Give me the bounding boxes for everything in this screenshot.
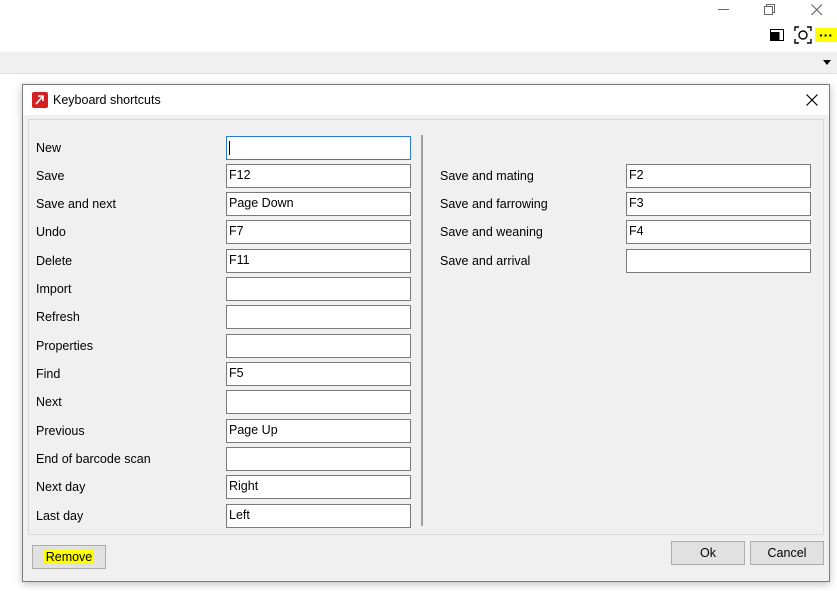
shortcut-label: Next: [36, 395, 62, 409]
shortcut-label: Refresh: [36, 310, 80, 324]
shortcut-input-refresh[interactable]: [226, 305, 411, 329]
shortcut-row-properties: Properties: [36, 334, 412, 358]
cancel-button[interactable]: Cancel: [750, 541, 824, 565]
shortcut-row-save-and-next: Save and next Page Down: [36, 192, 412, 216]
shortcut-label: Save and mating: [440, 169, 534, 183]
shortcut-label: Properties: [36, 339, 93, 353]
shortcut-row-save-and-arrival: Save and arrival: [440, 249, 816, 273]
shortcut-input-import[interactable]: [226, 277, 411, 301]
shortcut-input-save-and-weaning[interactable]: F4: [626, 220, 811, 244]
shortcut-input-save[interactable]: F12: [226, 164, 411, 188]
minimize-icon: [718, 9, 729, 10]
minimize-button[interactable]: [714, 2, 734, 18]
shortcut-input-properties[interactable]: [226, 334, 411, 358]
shortcut-input-save-and-arrival[interactable]: [626, 249, 811, 273]
shortcut-input-undo[interactable]: F7: [226, 220, 411, 244]
shortcut-row-end-of-barcode-scan: End of barcode scan: [36, 447, 412, 471]
shortcut-label: Save and weaning: [440, 225, 543, 239]
screenshot-icon[interactable]: [793, 26, 813, 44]
shortcut-row-last-day: Last day Left: [36, 504, 412, 528]
shortcut-input-save-and-next[interactable]: Page Down: [226, 192, 411, 216]
toolbar-band: [0, 52, 837, 74]
shortcut-label: New: [36, 141, 62, 155]
shortcut-label: Undo: [36, 225, 66, 239]
panel-icon[interactable]: [768, 26, 786, 44]
shortcut-label: Last day: [36, 509, 84, 523]
shortcut-input-save-and-farrowing[interactable]: F3: [626, 192, 811, 216]
shortcut-row-next-day: Next day Right: [36, 475, 412, 499]
shortcut-label: Previous: [36, 424, 85, 438]
restore-button[interactable]: [760, 2, 780, 18]
shortcut-label: Save and farrowing: [440, 197, 548, 211]
shortcut-row-import: Import: [36, 277, 412, 301]
shortcut-input-save-and-mating[interactable]: F2: [626, 164, 811, 188]
shortcut-input-last-day[interactable]: Left: [226, 504, 411, 528]
remove-button-label: Remove: [43, 550, 95, 564]
shortcut-row-new: New: [36, 136, 412, 160]
dialog-close-button[interactable]: [803, 91, 821, 109]
shortcut-row-save-and-weaning: Save and weaning F4: [440, 220, 816, 244]
shortcut-input-end-of-barcode-scan[interactable]: [226, 447, 411, 471]
shortcut-label: End of barcode scan: [36, 452, 151, 466]
shortcut-input-delete[interactable]: F11: [226, 249, 411, 273]
keyboard-shortcuts-dialog: Keyboard shortcuts New Save F12 Save and…: [22, 84, 830, 582]
ok-button[interactable]: Ok: [671, 541, 745, 565]
chevron-down-icon[interactable]: [823, 60, 831, 65]
close-icon: [811, 4, 823, 16]
app-logo-icon: [32, 92, 48, 108]
shortcut-row-save-and-mating: Save and mating F2: [440, 164, 816, 188]
restore-icon: [764, 4, 775, 15]
shortcut-label: Save and next: [36, 197, 116, 211]
shortcut-row-undo: Undo F7: [36, 220, 412, 244]
shortcut-label: Delete: [36, 254, 73, 268]
shortcut-input-find[interactable]: F5: [226, 362, 411, 386]
dialog-titlebar: Keyboard shortcuts: [23, 85, 829, 115]
shortcut-input-next[interactable]: [226, 390, 411, 414]
shortcut-row-save-and-farrowing: Save and farrowing F3: [440, 192, 816, 216]
shortcut-label: Find: [36, 367, 61, 381]
shortcut-input-new[interactable]: [226, 136, 411, 160]
shortcut-label: Save: [36, 169, 65, 183]
shortcut-input-previous[interactable]: Page Up: [226, 419, 411, 443]
shortcut-row-delete: Delete F11: [36, 249, 412, 273]
shortcut-input-next-day[interactable]: Right: [226, 475, 411, 499]
remove-button[interactable]: Remove: [32, 545, 106, 569]
shortcut-label: Next day: [36, 480, 86, 494]
more-label: ···: [819, 27, 833, 43]
shortcut-label: Import: [36, 282, 72, 296]
window-close-button[interactable]: [807, 2, 827, 18]
shortcut-row-previous: Previous Page Up: [36, 419, 412, 443]
close-icon: [806, 94, 818, 106]
shortcut-row-save: Save F12: [36, 164, 412, 188]
shortcut-row-find: Find F5: [36, 362, 412, 386]
dialog-title: Keyboard shortcuts: [53, 93, 161, 107]
shortcut-label: Save and arrival: [440, 254, 531, 268]
more-icon[interactable]: ···: [815, 28, 837, 42]
column-divider: [421, 135, 423, 526]
shortcut-row-next: Next: [36, 390, 412, 414]
text-caret: [229, 140, 230, 155]
shortcut-row-refresh: Refresh: [36, 305, 412, 329]
